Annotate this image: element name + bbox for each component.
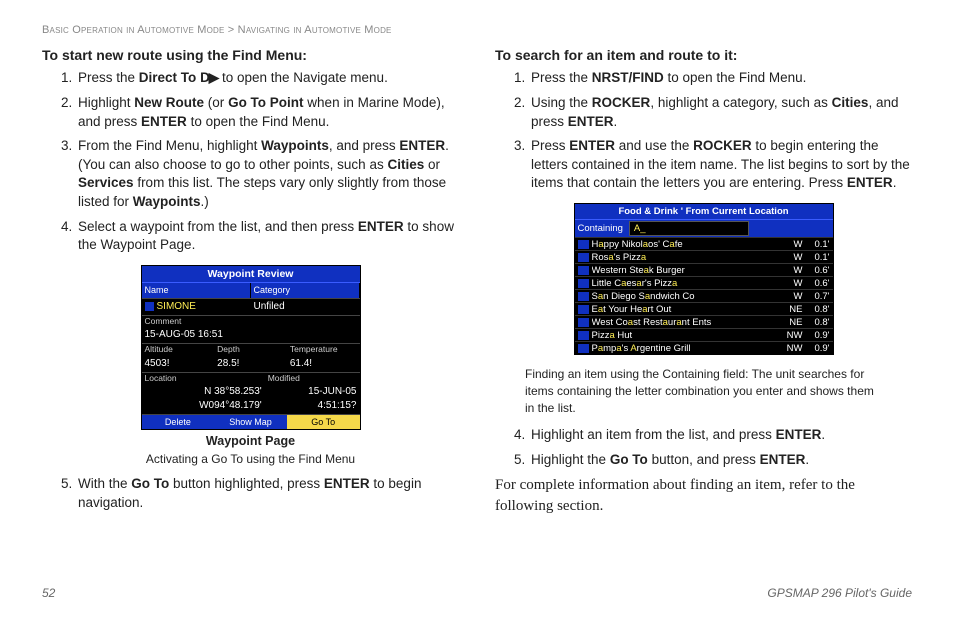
gps-a-buttons: Delete Show Map Go To bbox=[142, 414, 360, 429]
containing-label: Containing bbox=[578, 222, 623, 235]
show-map-button[interactable]: Show Map bbox=[214, 415, 287, 429]
list-item[interactable]: Happy Nikolaos' CafeW0.1' bbox=[575, 237, 833, 250]
left-step-3: From the Find Menu, highlight Waypoints,… bbox=[76, 137, 459, 212]
poi-icon bbox=[578, 253, 589, 262]
containing-field[interactable]: A_ bbox=[629, 221, 749, 236]
list-item[interactable]: Eat Your Heart OutNE0.8' bbox=[575, 302, 833, 315]
content-columns: To start new route using the Find Menu: … bbox=[42, 46, 912, 519]
left-step-5: With the Go To button highlighted, press… bbox=[76, 475, 459, 512]
search-figure: Food & Drink ' From Current Location Con… bbox=[495, 203, 912, 358]
list-item[interactable]: San Diego Sandwich CoW0.7' bbox=[575, 289, 833, 302]
right-step-1: Press the NRST/FIND to open the Find Men… bbox=[529, 69, 912, 88]
gps-a-title: Waypoint Review bbox=[142, 266, 360, 283]
gps-a-hdr-cat: Category bbox=[251, 283, 360, 297]
list-item[interactable]: West Coast Restaurant EntsNE0.8' bbox=[575, 315, 833, 328]
waypoint-icon bbox=[145, 302, 154, 311]
breadcrumb: Basic Operation in Automotive Mode > Nav… bbox=[42, 24, 912, 36]
gps-a-hdr-name: Name bbox=[142, 283, 251, 297]
left-step-4: Select a waypoint from the list, and the… bbox=[76, 218, 459, 255]
poi-icon bbox=[578, 279, 589, 288]
gps-screen-search: Food & Drink ' From Current Location Con… bbox=[574, 203, 834, 355]
footer: 52 GPSMAP 296 Pilot's Guide bbox=[42, 586, 912, 600]
right-step-3: Press ENTER and use the ROCKER to begin … bbox=[529, 137, 912, 193]
gps-b-title: Food & Drink ' From Current Location bbox=[575, 204, 833, 220]
poi-icon bbox=[578, 292, 589, 301]
list-item[interactable]: Western Steak BurgerW0.6' bbox=[575, 263, 833, 276]
waypoint-figure: Waypoint Review Name Category SIMONE Unf… bbox=[42, 265, 459, 467]
delete-button[interactable]: Delete bbox=[142, 415, 215, 429]
list-item[interactable]: Pampa's Argentine GrillNW0.9' bbox=[575, 341, 833, 354]
poi-icon bbox=[578, 331, 589, 340]
right-steps: Press the NRST/FIND to open the Find Men… bbox=[495, 69, 912, 193]
left-column: To start new route using the Find Menu: … bbox=[42, 46, 459, 519]
right-column: To search for an item and route to it: P… bbox=[495, 46, 912, 519]
go-to-button[interactable]: Go To bbox=[287, 415, 360, 429]
page-number: 52 bbox=[42, 586, 55, 600]
poi-icon bbox=[578, 318, 589, 327]
left-title: To start new route using the Find Menu: bbox=[42, 46, 459, 65]
right-step-5: Highlight the Go To button, and press EN… bbox=[529, 451, 912, 470]
poi-icon bbox=[578, 266, 589, 275]
right-steps-cont: Highlight an item from the list, and pre… bbox=[495, 426, 912, 469]
val-comment: 15-AUG-05 16:51 bbox=[142, 327, 360, 343]
poi-icon bbox=[578, 305, 589, 314]
right-step-2: Using the ROCKER, highlight a category, … bbox=[529, 94, 912, 131]
search-note: Finding an item using the Containing fie… bbox=[525, 366, 882, 416]
left-steps: Press the Direct To D▶ to open the Navig… bbox=[42, 69, 459, 255]
list-item[interactable]: Pizza HutNW0.9' bbox=[575, 328, 833, 341]
poi-icon bbox=[578, 240, 589, 249]
direct-to-icon: D▶ bbox=[200, 70, 218, 85]
poi-icon bbox=[578, 344, 589, 353]
fig-sub: Activating a Go To using the Find Menu bbox=[42, 451, 459, 468]
right-step-4: Highlight an item from the list, and pre… bbox=[529, 426, 912, 445]
serif-note: For complete information about finding a… bbox=[495, 475, 912, 516]
guide-title: GPSMAP 296 Pilot's Guide bbox=[767, 586, 912, 600]
left-step-2: Highlight New Route (or Go To Point when… bbox=[76, 94, 459, 131]
list-item[interactable]: Rosa's PizzaW0.1' bbox=[575, 250, 833, 263]
left-step-1: Press the Direct To D▶ to open the Navig… bbox=[76, 69, 459, 88]
lbl-comment: Comment bbox=[142, 315, 360, 328]
list-item[interactable]: Little Caesar's PizzaW0.6' bbox=[575, 276, 833, 289]
gps-a-cat: Unfiled bbox=[251, 299, 360, 315]
containing-row: Containing A_ bbox=[575, 220, 833, 237]
gps-screen-waypoint: Waypoint Review Name Category SIMONE Unf… bbox=[141, 265, 361, 430]
right-title: To search for an item and route to it: bbox=[495, 46, 912, 65]
left-steps-cont: With the Go To button highlighted, press… bbox=[42, 475, 459, 512]
fig-caption: Waypoint Page bbox=[42, 433, 459, 450]
